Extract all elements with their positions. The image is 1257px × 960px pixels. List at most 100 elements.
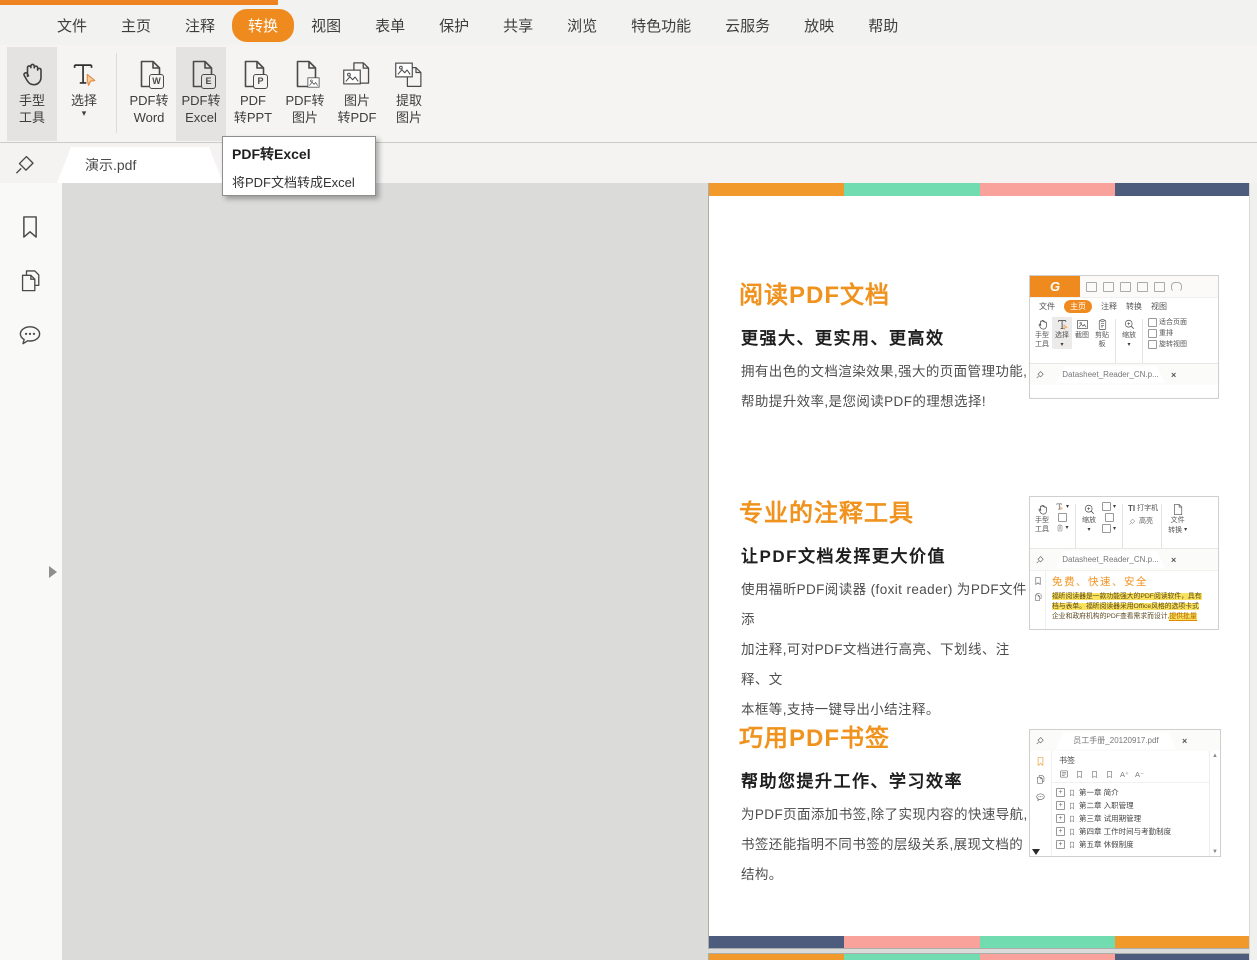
page-icon — [1154, 282, 1165, 292]
scroll-down-icon: ▼ — [1212, 849, 1218, 855]
section-body: 为PDF页面添加书签,除了实现内容的快速导航,书签还能指明不同书签的层级关系,展… — [741, 800, 1035, 890]
pdf-to-image-button[interactable]: PDF转 图片 — [280, 47, 330, 141]
page-bottom-stripe — [709, 936, 1250, 948]
menu-view[interactable]: 视图 — [294, 9, 358, 42]
page2-top-stripe — [709, 954, 1250, 960]
toolbar-separator — [116, 53, 117, 133]
panel-toolbar: A⁺ A⁻ — [1052, 768, 1209, 783]
thumb-hand-tool: 手型工具 — [1032, 317, 1052, 349]
thumb-scrollbar: ▲ ▼ — [1209, 751, 1220, 857]
menu-browse[interactable]: 浏览 — [550, 9, 614, 42]
pdf-to-excel-button[interactable]: E PDF转 Excel — [176, 47, 226, 141]
pdf-to-excel-label: PDF转 — [181, 92, 220, 109]
menu-protect[interactable]: 保护 — [422, 9, 486, 42]
thumb-select-stack: ▾ ▾ — [1052, 502, 1072, 532]
thumb-tabrow: 员工手册_20120917.pdf × — [1030, 730, 1220, 751]
menu-file[interactable]: 文件 — [40, 9, 104, 42]
pdf-to-ppt-label: PDF — [240, 92, 266, 109]
image-to-pdf-icon — [341, 56, 373, 92]
menu-cloud[interactable]: 云服务 — [708, 9, 787, 42]
screenshot-annotation-ui: 手型工具 ▾ ▾ 缩放 ▾ ▾ ▾ — [1029, 496, 1219, 630]
thumb-menu-convert: 转换 — [1126, 301, 1142, 312]
thumb-menubar: 文件 主页 注释 转换 视图 — [1030, 298, 1218, 314]
menu-features[interactable]: 特色功能 — [614, 9, 708, 42]
word-badge: W — [149, 74, 164, 89]
thumb-zoom-tool: 缩放 ▾ — [1119, 317, 1139, 349]
menu-comment[interactable]: 注释 — [168, 9, 232, 42]
menu-form[interactable]: 表单 — [358, 9, 422, 42]
extract-image-label2: 图片 — [396, 109, 422, 126]
pdf-to-image-label2: 图片 — [292, 109, 318, 126]
pdf-to-image-label: PDF转 — [285, 92, 324, 109]
section-subheading: 更强大、更实用、更高效 — [741, 324, 1035, 349]
thumb-toolbar: 手型工具 ▾ ▾ 缩放 ▾ ▾ ▾ — [1030, 497, 1218, 548]
font-decrease-icon: A⁻ — [1135, 770, 1144, 779]
menu-present[interactable]: 放映 — [787, 9, 851, 42]
extract-image-label: 提取 — [396, 92, 422, 109]
menu-share[interactable]: 共享 — [486, 9, 550, 42]
thumb-tabrow: Datasheet_Reader_CN.p... × — [1030, 548, 1218, 570]
font-increase-icon: A⁺ — [1120, 770, 1129, 779]
select-tool-button[interactable]: 选择 ▾ — [59, 47, 109, 141]
typewriter-icon: TI — [1128, 502, 1135, 515]
chevron-down-icon: ▾ — [82, 109, 87, 117]
thumb-zoom-tool: 缩放 ▾ — [1079, 502, 1099, 534]
section-heading: 巧用PDF书签 — [739, 718, 1035, 753]
section-bookmarks: 巧用PDF书签 帮助您提升工作、学习效率 为PDF页面添加书签,除了实现内容的快… — [739, 718, 1035, 890]
hand-tool-label2: 工具 — [19, 109, 45, 126]
toolbar: 手型 工具 选择 ▾ W PDF转 Word E PDF转 Excel P PD… — [0, 45, 1257, 143]
thumb-annot-tools: TI打字机 高亮 — [1126, 502, 1158, 528]
extract-image-button[interactable]: 提取 图片 — [384, 47, 434, 141]
pdf-to-ppt-button[interactable]: P PDF 转PPT — [228, 47, 278, 141]
pdf-to-excel-label2: Excel — [185, 109, 217, 126]
pages-panel-button[interactable] — [16, 267, 44, 295]
save-icon — [1103, 282, 1114, 292]
thumb-menu-view: 视图 — [1151, 301, 1167, 312]
section-heading: 阅读PDF文档 — [739, 275, 1035, 310]
hand-tool-button[interactable]: 手型 工具 — [7, 47, 57, 141]
document-tab-title: 演示.pdf — [85, 155, 136, 175]
extract-image-icon — [393, 56, 425, 92]
bookmarks-panel-button[interactable] — [16, 213, 44, 241]
page-top-stripe — [709, 183, 1250, 196]
thumb-clipboard-tool: 剪贴板 — [1092, 317, 1112, 349]
thumb-convert-tool: 文件 转换▾ — [1165, 502, 1190, 535]
thumb-menu-comment: 注释 — [1101, 301, 1117, 312]
close-icon: × — [1171, 555, 1176, 565]
document-canvas[interactable]: 阅读PDF文档 更强大、更实用、更高效 拥有出色的文档渲染效果,强大的页面管理功… — [62, 183, 1257, 960]
vertical-scrollbar[interactable] — [1249, 183, 1257, 960]
document-tab[interactable]: 演示.pdf — [57, 147, 223, 183]
ppt-badge: P — [253, 74, 268, 89]
menu-help[interactable]: 帮助 — [851, 9, 915, 42]
screenshot-bookmark-panel: 员工手册_20120917.pdf × 书签 — [1029, 729, 1221, 857]
menu-home[interactable]: 主页 — [104, 9, 168, 42]
close-icon: × — [1182, 736, 1187, 746]
menubar: 文件 主页 注释 转换 视图 表单 保护 共享 浏览 特色功能 云服务 放映 帮… — [0, 5, 1257, 45]
collapse-triangle-icon — [1032, 849, 1040, 855]
panel-expand-handle[interactable] — [49, 566, 57, 578]
section-heading: 专业的注释工具 — [739, 493, 1035, 528]
comments-panel-button[interactable] — [16, 322, 44, 350]
excel-badge: E — [201, 74, 216, 89]
print-icon — [1120, 282, 1131, 292]
pdf-to-ppt-label2: 转PPT — [234, 109, 272, 126]
hand-tool-label: 手型 — [19, 92, 45, 109]
scroll-up-icon: ▲ — [1212, 753, 1218, 759]
thumb-select-tool: 选择 ▾ — [1052, 317, 1072, 349]
menu-convert[interactable]: 转换 — [232, 9, 294, 42]
thumb-doc-heading: 免费、快速、安全 — [1052, 574, 1214, 589]
section-read-pdf: 阅读PDF文档 更强大、更实用、更高效 拥有出色的文档渲染效果,强大的页面管理功… — [739, 275, 1035, 417]
section-body: 拥有出色的文档渲染效果,强大的页面管理功能,帮助提升效率,是您阅读PDF的理想选… — [741, 357, 1035, 417]
undo-icon — [1171, 282, 1182, 292]
annotate-pen-icon[interactable] — [11, 149, 41, 179]
pdf-to-word-button[interactable]: W PDF转 Word — [124, 47, 174, 141]
pdf-to-word-label2: Word — [134, 109, 165, 126]
thumb-bookmark-panel: 书签 A⁺ A⁻ +第一章 简介 +第二章 入职管理 +第三章 试用期管理 +第… — [1052, 751, 1209, 857]
screenshot-reader-ui: G 文件 主页 注释 转换 视图 手型工具 — [1029, 275, 1219, 399]
image-to-pdf-label2: 转PDF — [337, 109, 376, 126]
pdf-to-ppt-icon: P — [237, 56, 269, 92]
bookmark-tree: +第一章 简介 +第二章 入职管理 +第三章 试用期管理 +第四章 工作时间与考… — [1052, 783, 1209, 851]
hand-icon — [17, 56, 47, 92]
thumb-pageview-stack: ▾ ▾ — [1099, 502, 1119, 533]
image-to-pdf-button[interactable]: 图片 转PDF — [332, 47, 382, 141]
